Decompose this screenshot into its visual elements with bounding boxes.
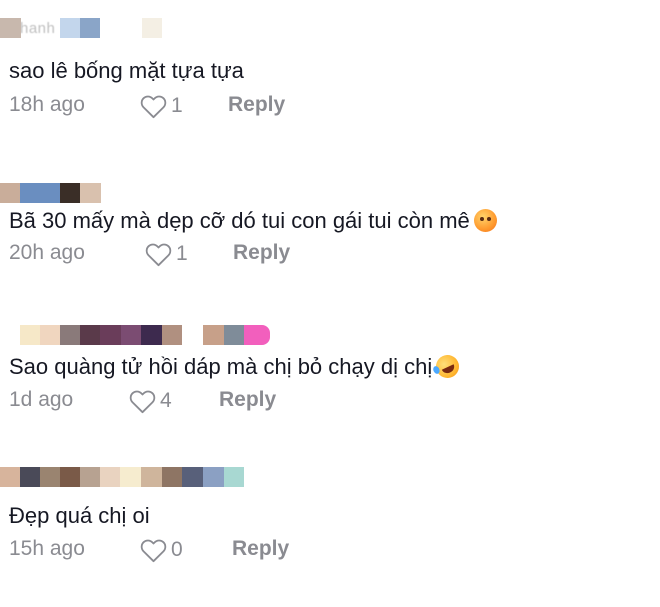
comment-meta: 20h ago 1 Reply [9,239,649,269]
username-pixelated[interactable] [0,183,300,205]
comment-text-content: Sao quàng tử hồi dáp mà chị bỏ chạy dị c… [9,354,433,379]
reply-button[interactable]: Reply [219,388,276,412]
reply-button[interactable]: Reply [233,241,290,265]
reply-button[interactable]: Reply [232,537,289,561]
like-count: 4 [160,389,172,412]
comment-timestamp: 15h ago [9,537,85,560]
heart-outline-icon [145,243,172,266]
like-button[interactable]: 4 [129,386,172,416]
reply-button[interactable]: Reply [228,93,285,117]
comment-item: Bã 30 mấy mà dẹp cỡ dó tui con gái tui c… [0,183,660,323]
like-button[interactable]: 0 [140,535,183,565]
like-button[interactable]: 1 [140,91,183,121]
comment-text: sao lê bống mặt tựa tựa [9,57,244,85]
rolling-on-floor-laughing-icon [432,351,464,382]
comment-item: Đẹp quá chị oi 15h ago 0 Reply [0,467,660,607]
heart-outline-icon [129,390,156,413]
like-count: 0 [171,538,183,561]
comment-item: Sao quàng tử hồi dáp mà chị bỏ chạy dị c… [0,325,660,465]
heart-outline-icon [140,539,167,562]
comment-text: Bã 30 mấy mà dẹp cỡ dó tui con gái tui c… [9,207,497,235]
username-pixelated[interactable]: hanh Nhan [0,18,300,40]
comment-meta: 18h ago 1 Reply [9,91,649,121]
comment-text-content: Đẹp quá chị oi [9,503,150,528]
comment-text-content: sao lê bống mặt tựa tựa [9,58,244,83]
comment-timestamp: 18h ago [9,93,85,116]
username-pixelated[interactable] [0,325,300,347]
smiling-face-with-hearts-icon [473,209,497,232]
comment-timestamp: 20h ago [9,241,85,264]
like-count: 1 [176,242,188,265]
comment-text: Sao quàng tử hồi dáp mà chị bỏ chạy dị c… [9,351,464,382]
comment-meta: 1d ago 4 Reply [9,386,649,416]
like-button[interactable]: 1 [145,239,188,269]
comment-timestamp: 1d ago [9,388,74,411]
heart-outline-icon [140,95,167,118]
comment-text-content: Bã 30 mấy mà dẹp cỡ dó tui con gái tui c… [9,208,470,233]
username-pixelated[interactable] [0,467,260,489]
comment-item: hanh Nhan sao lê bống mặt tựa tựa 18h ag… [0,18,660,158]
comment-text: Đẹp quá chị oi [9,502,150,530]
comment-meta: 15h ago 0 Reply [9,535,649,565]
like-count: 1 [171,94,183,117]
